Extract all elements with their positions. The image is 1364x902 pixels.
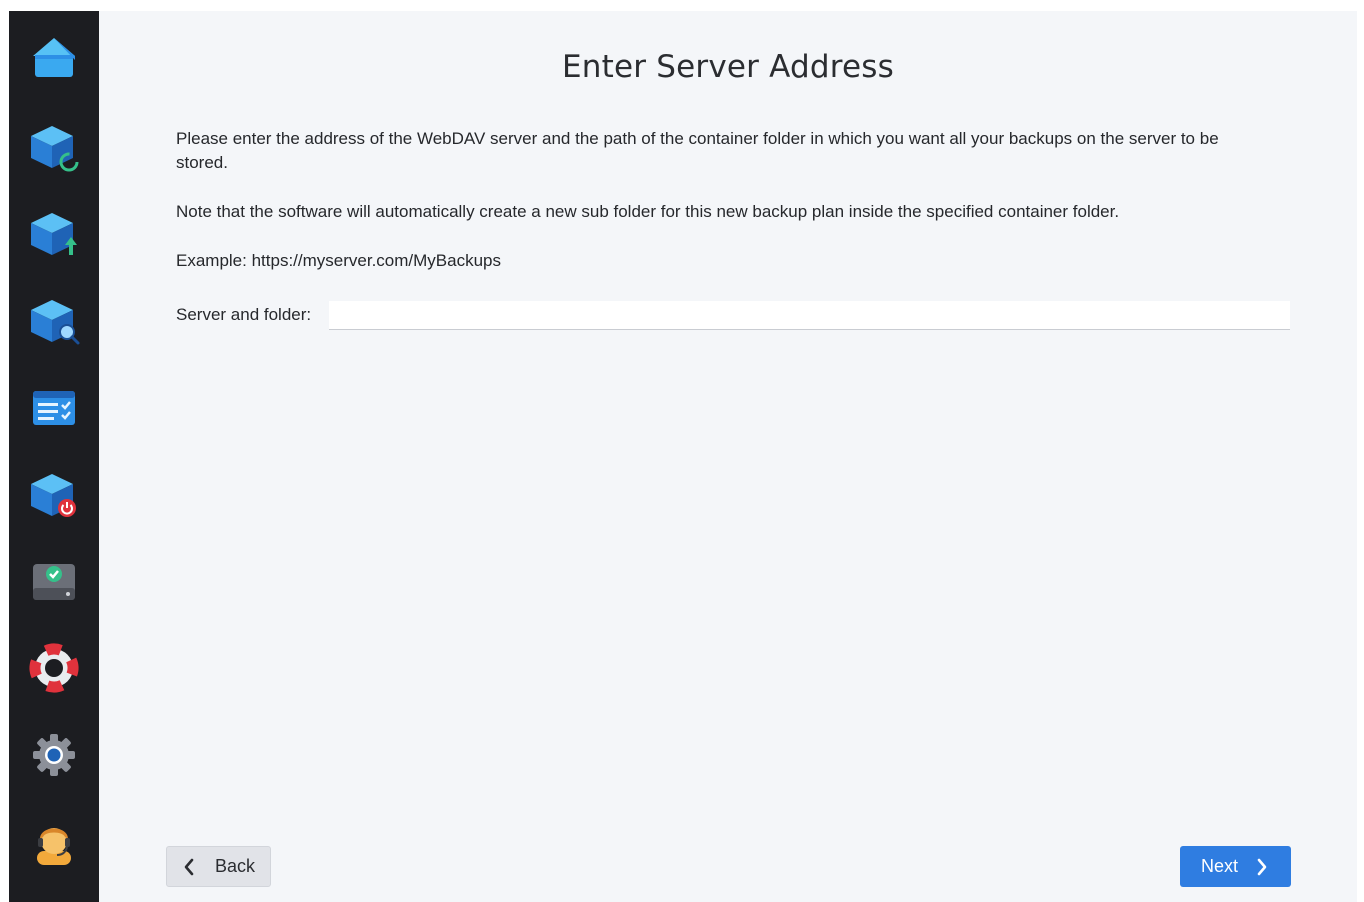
sidebar-item-home[interactable] xyxy=(9,33,99,120)
sidebar-item-drive[interactable] xyxy=(9,554,99,641)
lifebuoy-icon xyxy=(29,643,79,693)
sidebar-item-settings[interactable] xyxy=(9,728,99,815)
backup-refresh-icon xyxy=(31,125,79,172)
backup-power-icon xyxy=(31,473,76,517)
chevron-left-icon xyxy=(184,858,194,875)
support-agent-icon xyxy=(37,828,71,866)
backup-upload-icon xyxy=(31,212,77,255)
sidebar xyxy=(9,11,99,902)
server-folder-input[interactable] xyxy=(329,300,1290,330)
gear-icon xyxy=(33,734,75,777)
sidebar-item-backup[interactable] xyxy=(9,120,99,207)
example-text: Example: https://myserver.com/MyBackups xyxy=(176,251,501,270)
sidebar-item-upload[interactable] xyxy=(9,207,99,294)
next-button[interactable]: Next xyxy=(1180,846,1291,887)
server-folder-row: Server and folder: xyxy=(176,300,1290,330)
app-window: Enter Server Address Please enter the ad… xyxy=(9,11,1357,902)
main-panel: Enter Server Address Please enter the ad… xyxy=(99,11,1357,902)
sidebar-item-shutdown[interactable] xyxy=(9,468,99,555)
server-folder-label: Server and folder: xyxy=(176,305,312,324)
home-icon xyxy=(33,38,75,77)
sidebar-item-support[interactable] xyxy=(9,815,99,902)
sidebar-item-browse[interactable] xyxy=(9,294,99,381)
drive-check-icon xyxy=(33,564,75,601)
checklist-icon xyxy=(33,390,75,425)
page-title: Enter Server Address xyxy=(561,49,895,85)
chevron-right-icon xyxy=(1257,858,1267,875)
intro-text: Please enter the address of the WebDAV s… xyxy=(176,129,1219,172)
back-button-label: Back xyxy=(215,856,256,876)
next-button-label: Next xyxy=(1201,856,1239,876)
back-button[interactable]: Back xyxy=(166,846,271,887)
note-text: Note that the software will automaticall… xyxy=(176,202,1120,221)
sidebar-item-help[interactable] xyxy=(9,641,99,728)
sidebar-item-tasks[interactable] xyxy=(9,381,99,468)
backup-search-icon xyxy=(31,299,80,345)
